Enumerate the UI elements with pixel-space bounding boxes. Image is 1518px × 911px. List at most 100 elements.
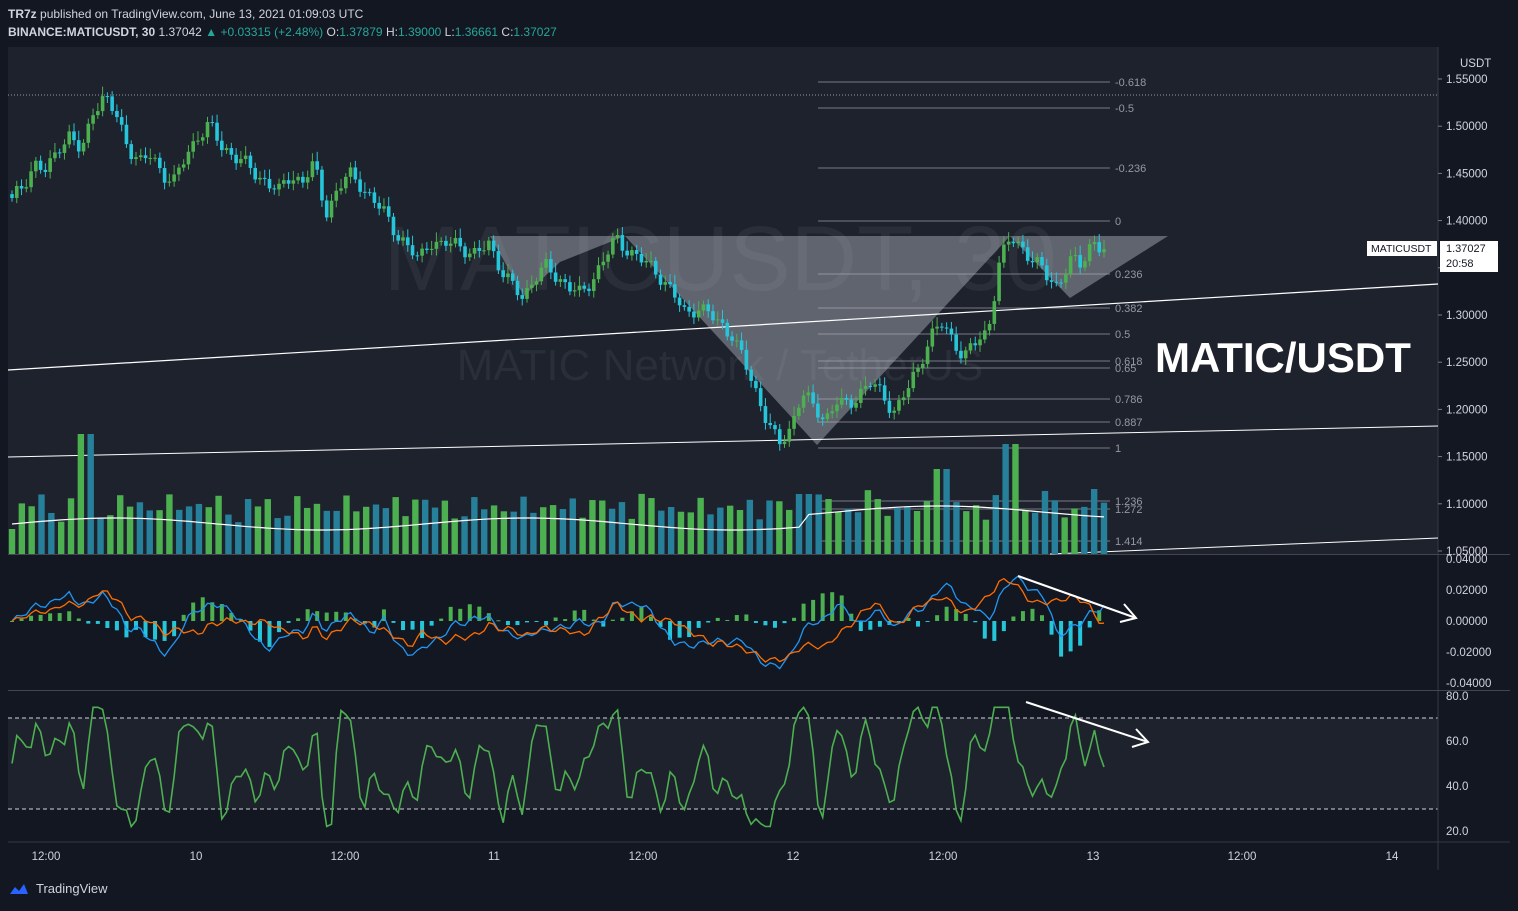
candle-body	[906, 388, 911, 398]
footer-brand[interactable]: TradingView	[8, 881, 108, 896]
candle-body	[434, 241, 439, 249]
price-tick-label: 1.30000	[1446, 310, 1488, 322]
volume-bar	[658, 510, 665, 554]
candle-body	[243, 155, 248, 159]
volume-bar	[48, 512, 55, 554]
volume-bar	[785, 509, 793, 554]
candle-body	[696, 310, 701, 318]
volume-bar	[323, 510, 331, 554]
volume-bar	[618, 502, 626, 554]
candle-body	[239, 158, 243, 164]
candle-body	[367, 192, 372, 194]
volume-bar	[589, 500, 596, 554]
candle-body	[43, 169, 48, 172]
candle-body	[320, 169, 324, 201]
candle-body	[277, 183, 281, 190]
volume-bar	[746, 499, 754, 554]
macd-tick-label: 0.02000	[1446, 585, 1488, 597]
candle-body	[844, 397, 849, 400]
candle-body	[315, 161, 319, 170]
time-axis[interactable]: 12:00 10 12:00 11 12:00 12 12:00 13 12:00 14	[32, 851, 1399, 863]
volume-bar	[549, 505, 557, 554]
macd-histogram-bar	[734, 615, 739, 621]
price-tick-label: 1.25000	[1446, 357, 1488, 369]
volume-bar	[166, 494, 173, 554]
macd-histogram-bar	[572, 610, 577, 621]
candle-body	[925, 346, 930, 364]
macd-axis[interactable]: 0.04000 0.02000 0.00000 -0.02000 -0.04000	[1446, 554, 1491, 690]
candle-body	[801, 395, 806, 408]
price-label-symbol: MATICUSDT	[1371, 243, 1432, 255]
volume-bar	[608, 508, 616, 554]
candle-body	[453, 237, 458, 244]
volume-bar	[972, 505, 980, 554]
candle-body	[1087, 244, 1092, 262]
macd-histogram-bar	[1049, 621, 1054, 635]
macd-histogram-bar	[1020, 611, 1025, 621]
macd-histogram-bar	[639, 606, 644, 621]
fib-level-label: -0.5	[1115, 103, 1134, 115]
candle-body	[487, 240, 491, 251]
candle-body	[425, 248, 429, 250]
macd-tick-label: -0.02000	[1446, 647, 1491, 659]
candle-body	[777, 429, 782, 445]
rsi-tick-label: 60.0	[1446, 736, 1468, 748]
macd-histogram-bar	[1040, 615, 1045, 621]
volume-bar	[264, 499, 271, 554]
volume-bar	[441, 500, 449, 554]
price-axis[interactable]: 1.550001.500001.450001.400001.350001.300…	[1438, 74, 1488, 558]
candle-body	[940, 326, 944, 328]
volume-bar	[736, 510, 744, 554]
candle-body	[401, 237, 405, 241]
chart-canvas[interactable]: MATICUSDT, 30 MATIC Network / TetherUS -…	[0, 0, 1518, 911]
candle-body	[701, 304, 706, 311]
candle-body	[410, 245, 415, 256]
candle-body	[1078, 255, 1082, 268]
volume-bar	[1081, 506, 1088, 554]
candle-body	[987, 323, 992, 331]
candle-body	[568, 282, 572, 292]
macd-histogram-bar	[505, 621, 510, 626]
volume-bar	[569, 498, 576, 554]
volume-bar	[530, 512, 537, 554]
volume-bar	[1031, 512, 1039, 554]
candle-body	[1025, 247, 1030, 261]
volume-bar	[1100, 502, 1108, 554]
candle-body	[148, 157, 153, 159]
rsi-axis[interactable]: 80.0 60.0 40.0 20.0	[1446, 691, 1468, 838]
candle-body	[129, 144, 134, 159]
price-tick-label: 1.20000	[1446, 404, 1488, 416]
candle-body	[200, 137, 205, 141]
macd-histogram-bar	[114, 621, 119, 631]
candle-body	[820, 417, 825, 420]
candle-body	[768, 422, 773, 426]
candle-body	[711, 311, 715, 321]
candle-body	[210, 122, 215, 124]
macd-histogram-bar	[95, 621, 100, 624]
price-tick-label: 1.55000	[1446, 74, 1488, 86]
candle-body	[811, 392, 815, 404]
fib-level-label: -0.618	[1115, 77, 1146, 89]
candle-body	[158, 157, 162, 169]
candle-body	[1006, 241, 1011, 245]
volume-bar	[215, 495, 222, 554]
candle-body	[520, 295, 525, 299]
candle-body	[625, 250, 629, 256]
candle-body	[1035, 257, 1040, 263]
macd-histogram-bar	[1001, 621, 1006, 632]
macd-histogram-bar	[29, 615, 34, 621]
volume-bar	[8, 529, 16, 554]
candle-body	[191, 141, 196, 152]
volume-bar	[117, 495, 124, 554]
candle-body	[363, 191, 367, 193]
macd-tick-label: 0.04000	[1446, 554, 1488, 566]
rsi-tick-label: 80.0	[1446, 691, 1468, 703]
candle-body	[677, 297, 682, 306]
candle-body	[138, 155, 143, 158]
volume-bar	[402, 516, 409, 554]
macd-histogram-bar	[410, 621, 415, 630]
candle-body	[682, 305, 687, 307]
volume-bar	[687, 512, 695, 554]
candle-body	[348, 167, 353, 177]
candle-body	[1011, 241, 1016, 244]
